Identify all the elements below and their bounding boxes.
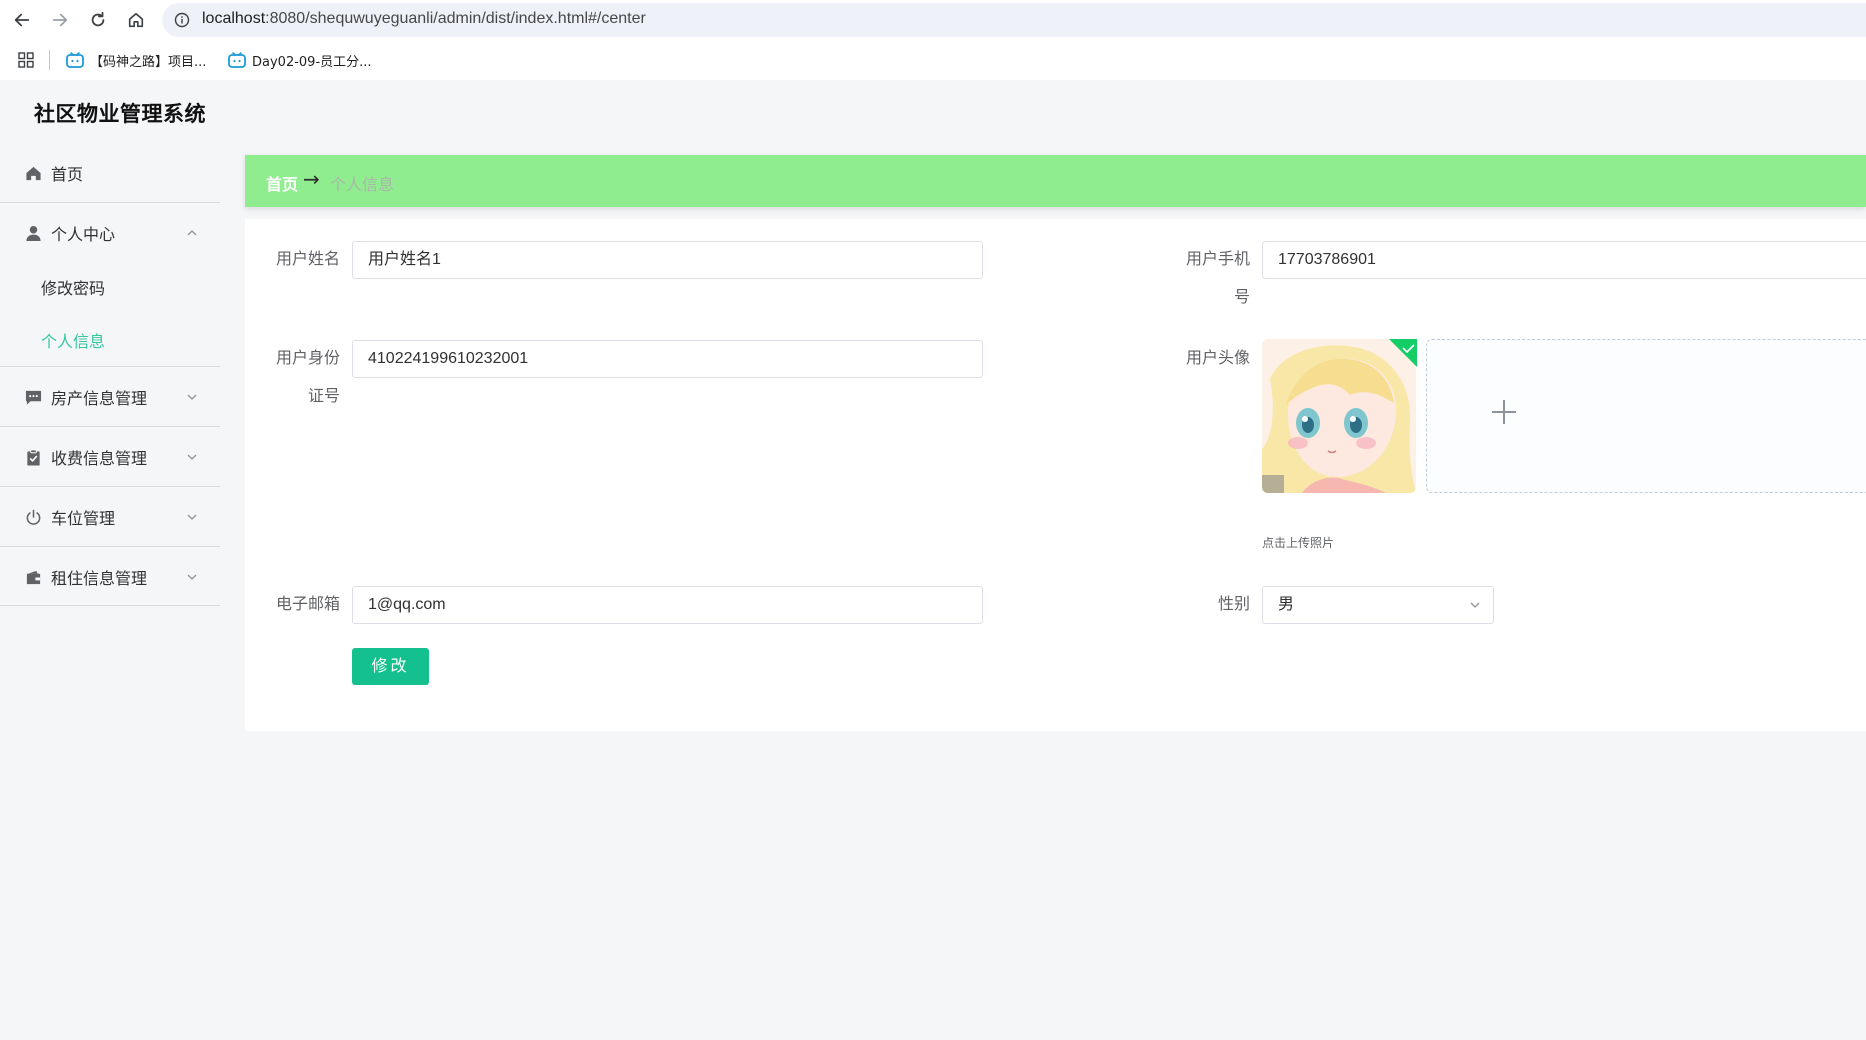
sidebar-item-parking[interactable]: 车位管理 (0, 487, 220, 547)
url-text: localhost:8080/shequwuyeguanli/admin/dis… (202, 10, 646, 27)
sidebar-item-home[interactable]: 首页 (0, 143, 220, 203)
clipboard-check-icon (24, 448, 42, 466)
chevron-up-icon (187, 230, 197, 236)
info-icon[interactable] (174, 12, 190, 28)
user-icon (24, 224, 42, 242)
gender-select[interactable]: 男 (1262, 586, 1494, 624)
chevron-down-icon (187, 394, 197, 400)
forward-arrow-icon[interactable] (44, 4, 76, 36)
sidebar-item-label: 房产信息管理 (51, 389, 148, 408)
chevron-down-icon (187, 514, 197, 520)
plus-icon (1492, 400, 1516, 424)
email-field[interactable]: 1@qq.com (352, 586, 983, 624)
submit-button[interactable]: 修改 (352, 648, 429, 685)
sidebar-item-personal-center[interactable]: 个人中心 (0, 203, 220, 263)
bookmark-item[interactable]: Day02-09-员工分... (228, 50, 372, 70)
bilibili-icon (66, 52, 84, 68)
breadcrumb-current: 个人信息 (330, 175, 395, 194)
sidebar-item-property[interactable]: 房产信息管理 (0, 367, 220, 427)
address-bar[interactable]: localhost:8080/shequwuyeguanli/admin/dis… (162, 3, 1866, 37)
breadcrumb: 首页 → 个人信息 (245, 155, 1866, 207)
avatar-label: 用户头像 (1185, 348, 1250, 367)
phone-field[interactable]: 17703786901 (1262, 241, 1866, 279)
username-field[interactable]: 用户姓名1 (352, 241, 983, 279)
breadcrumb-arrow: → (303, 167, 320, 191)
chevron-down-icon (187, 454, 197, 460)
id-card-field[interactable]: 410224199610232001 (352, 340, 983, 378)
gender-label: 性别 (1217, 594, 1250, 613)
phone-label-line1: 用户手机 (1185, 249, 1250, 268)
back-arrow-icon[interactable] (6, 4, 38, 36)
chevron-down-icon (187, 574, 197, 580)
bookmark-label: Day02-09-员工分... (252, 54, 372, 70)
bookmark-item[interactable]: 【码神之路】项目... (66, 50, 206, 70)
bookmarks-bar: 【码神之路】项目... Day02-09-员工分... (0, 40, 1866, 80)
home-icon[interactable] (120, 4, 152, 36)
chat-icon (24, 388, 42, 406)
email-label: 电子邮箱 (275, 594, 340, 613)
sidebar-subitem-personal-info[interactable]: 个人信息 (0, 315, 220, 365)
app-title: 社区物业管理系统 (34, 102, 206, 126)
id-card-label-line1: 用户身份 (275, 348, 340, 367)
browser-toolbar: localhost:8080/shequwuyeguanli/admin/dis… (0, 0, 1866, 40)
username-label: 用户姓名 (275, 249, 340, 268)
sidebar-subitem-label: 个人信息 (41, 332, 106, 351)
id-card-label-line2: 证号 (307, 386, 340, 405)
breadcrumb-home[interactable]: 首页 (266, 171, 298, 195)
sidebar-item-label: 租住信息管理 (51, 569, 148, 588)
sidebar-subitem-change-password[interactable]: 修改密码 (0, 262, 220, 312)
bilibili-icon (228, 52, 246, 68)
power-icon (24, 508, 42, 526)
sidebar-item-label: 首页 (51, 165, 84, 184)
bookmark-label: 【码神之路】项目... (90, 54, 207, 70)
sidebar-item-label: 收费信息管理 (51, 449, 148, 468)
menu-divider (0, 605, 220, 606)
sidebar-item-rental[interactable]: 租住信息管理 (0, 547, 220, 607)
sidebar-item-label: 车位管理 (51, 509, 116, 528)
apps-grid-icon[interactable] (18, 52, 34, 68)
wallet-icon (24, 568, 42, 586)
sidebar-item-fees[interactable]: 收费信息管理 (0, 427, 220, 487)
sidebar-subitem-label: 修改密码 (41, 279, 106, 298)
reload-icon[interactable] (82, 4, 114, 36)
chevron-down-icon (1470, 602, 1480, 608)
bookmarks-divider (49, 50, 50, 70)
phone-label-line2: 号 (1233, 287, 1250, 306)
house-icon (24, 164, 42, 182)
gender-select-value: 男 (1278, 596, 1295, 613)
sidebar-item-label: 个人中心 (51, 225, 116, 244)
avatar-upload-button[interactable] (1426, 339, 1866, 493)
upload-hint: 点击上传照片 (1262, 536, 1335, 550)
uploaded-check-icon (1389, 339, 1417, 367)
